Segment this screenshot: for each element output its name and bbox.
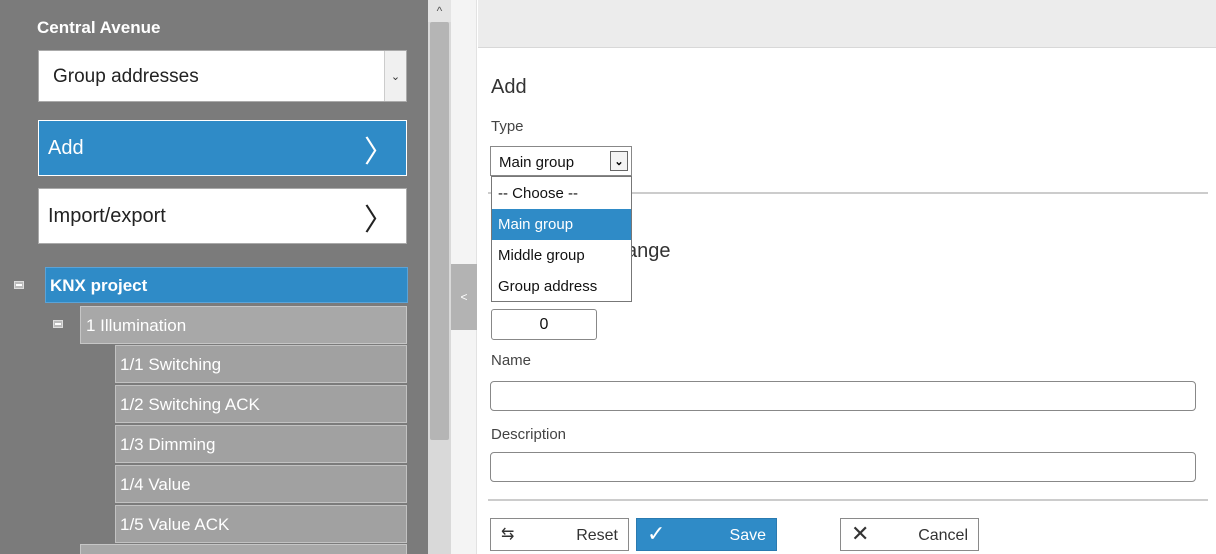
dropdown-option[interactable]: -- Choose -- [492,178,631,209]
tree-item-label: 1/3 Dimming [120,435,216,454]
reset-icon: ⇆ [501,526,515,543]
tree-root-label: KNX project [50,276,148,295]
chevron-right-icon: 〉 [364,135,394,170]
import-export-button[interactable]: Import/export 〉 [38,188,407,244]
add-button[interactable]: Add 〉 [38,120,407,176]
scrollbar-thumb[interactable] [430,22,449,440]
sidebar-title: Central Avenue [37,18,161,37]
tree-item-label: 1/4 Value [120,475,191,494]
tree-item[interactable]: 1/2 Switching ACK [115,385,407,423]
type-dropdown-list: -- Choose -- Main group Middle group Gro… [491,176,632,302]
range-input[interactable]: 0 [491,309,597,340]
collapse-toggle-icon[interactable] [14,281,24,289]
tree-item[interactable]: 1/1 Switching [115,345,407,383]
top-bar [478,0,1216,48]
dropdown-option[interactable]: Group address [492,271,631,302]
description-field[interactable] [490,452,1196,482]
save-button[interactable]: ✓ Save [636,518,777,551]
tree-item[interactable]: 1/4 Value [115,465,407,503]
page-title: Add [491,76,527,98]
reset-button-label: Reset [576,527,618,544]
tree-item[interactable]: 1/5 Value ACK [115,505,407,543]
group-type-select-value: Group addresses [53,66,199,87]
scroll-up-icon[interactable]: ^ [428,0,451,22]
tree-item-label: 1/1 Switching [120,355,222,374]
sidebar: Central Avenue Group addresses ⌄ Add 〉 I… [0,0,428,554]
chevron-right-icon: 〉 [364,203,394,238]
tree-node-label: 1 Illumination [86,316,187,335]
collapse-sidebar-icon[interactable]: < [451,264,477,330]
tree-item-label: 1/5 Value ACK [120,515,230,534]
close-icon: ✕ [851,521,870,546]
sidebar-scrollbar[interactable]: ^ [428,0,451,554]
dropdown-option-label: Main group [498,216,574,233]
dropdown-option[interactable]: Middle group [492,240,631,271]
chevron-down-icon[interactable]: ⌄ [384,51,406,101]
cancel-button[interactable]: ✕ Cancel [840,518,979,551]
save-button-label: Save [729,527,766,544]
dropdown-option-label: -- Choose -- [498,185,579,202]
type-select[interactable]: Main group ⌄ [490,146,632,176]
tree-node-main-group[interactable]: 1 Illumination [80,306,407,344]
name-field[interactable] [490,381,1196,411]
name-label: Name [491,352,532,369]
divider [488,499,1208,501]
group-type-select[interactable]: Group addresses ⌄ [38,50,407,102]
dropdown-option-label: Middle group [498,247,585,264]
checkmark-icon: ✓ [647,521,666,546]
type-label: Type [491,118,524,135]
tree-item-label: 1/2 Switching ACK [120,395,260,414]
add-button-label: Add [48,137,84,159]
chevron-down-icon[interactable]: ⌄ [610,151,628,171]
collapse-bar: < [451,0,477,554]
section-heading: ange [626,240,671,262]
import-export-button-label: Import/export [48,205,166,227]
tree-node-partial[interactable] [80,544,407,554]
tree-root-knx-project[interactable]: KNX project [45,267,408,303]
reset-button[interactable]: ⇆ Reset [490,518,629,551]
dropdown-option-selected[interactable]: Main group [492,209,631,240]
dropdown-option-label: Group address [498,278,598,295]
type-select-value: Main group [499,154,575,171]
cancel-button-label: Cancel [918,527,968,544]
tree-item[interactable]: 1/3 Dimming [115,425,407,463]
description-label: Description [491,426,567,443]
collapse-toggle-icon[interactable] [53,320,63,328]
